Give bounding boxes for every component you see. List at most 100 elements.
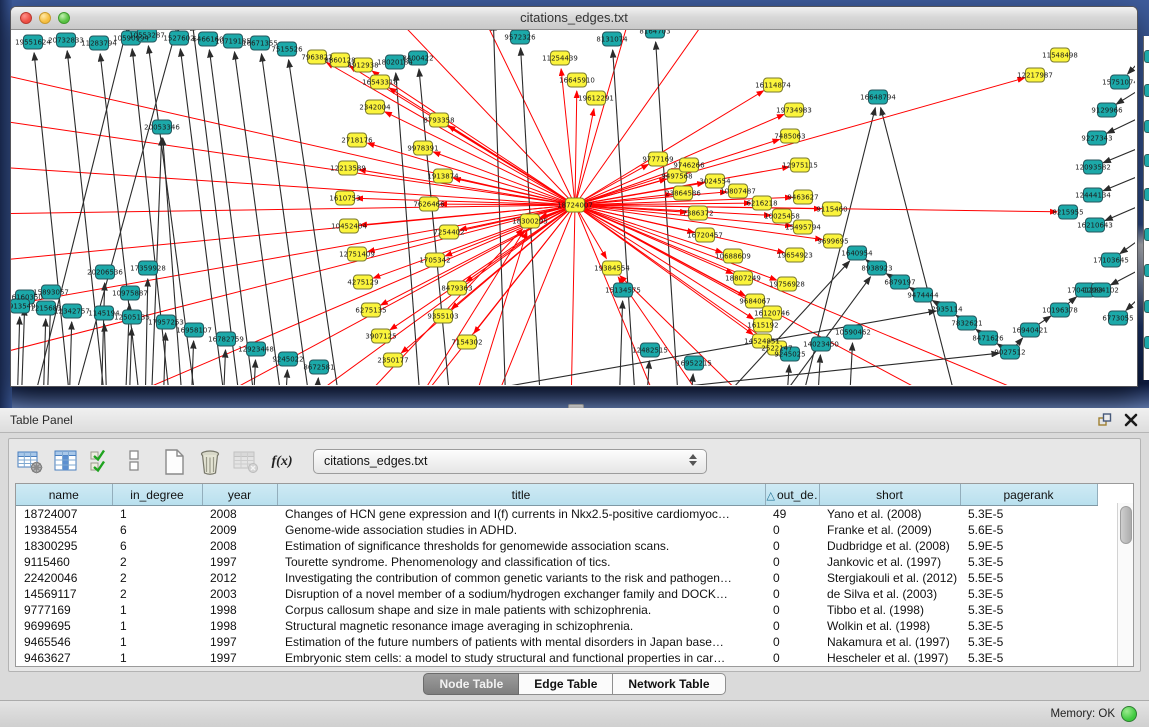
cell-out_degree[interactable]: 0 (765, 554, 819, 570)
column-header-name[interactable]: name (16, 484, 112, 506)
cell-name[interactable]: 19384554 (16, 522, 112, 538)
cell-pagerank[interactable]: 5.3E-5 (960, 650, 1097, 666)
cell-in_degree[interactable]: 2 (112, 554, 202, 570)
delete-column-button[interactable] (195, 446, 225, 476)
cell-title[interactable]: Tourette syndrome. Phenomenology and cla… (277, 554, 765, 570)
cell-name[interactable]: 22420046 (16, 570, 112, 586)
cell-year[interactable]: 2008 (202, 538, 277, 554)
cell-in_degree[interactable]: 1 (112, 634, 202, 650)
tab-node-table[interactable]: Node Table (423, 673, 519, 695)
table-mode-button[interactable] (15, 446, 45, 476)
cell-in_degree[interactable]: 2 (112, 570, 202, 586)
table-row[interactable]: 1938455462009Genome-wide association stu… (16, 522, 1097, 538)
column-header-year[interactable]: year (202, 484, 277, 506)
cell-in_degree[interactable]: 1 (112, 650, 202, 666)
cell-pagerank[interactable]: 5.5E-5 (960, 570, 1097, 586)
column-header-short[interactable]: short (819, 484, 960, 506)
cell-out_degree[interactable]: 0 (765, 634, 819, 650)
cell-out_degree[interactable]: 0 (765, 586, 819, 602)
cell-short[interactable]: Tibbo et al. (1998) (819, 602, 960, 618)
cell-in_degree[interactable]: 2 (112, 586, 202, 602)
cell-title[interactable]: Estimation of the future numbers of pati… (277, 634, 765, 650)
cell-title[interactable]: Investigating the contribution of common… (277, 570, 765, 586)
cell-out_degree[interactable]: 49 (765, 506, 819, 523)
cell-title[interactable]: Corpus callosum shape and size in male p… (277, 602, 765, 618)
cell-pagerank[interactable]: 5.3E-5 (960, 634, 1097, 650)
cell-short[interactable]: Hescheler et al. (1997) (819, 650, 960, 666)
vertical-scrollbar[interactable] (1117, 503, 1133, 666)
table-row[interactable]: 1830029562008Estimation of significance … (16, 538, 1097, 554)
cell-title[interactable]: Estimation of significance thresholds fo… (277, 538, 765, 554)
cell-name[interactable]: 9465546 (16, 634, 112, 650)
cell-pagerank[interactable]: 5.3E-5 (960, 618, 1097, 634)
cell-year[interactable]: 1998 (202, 602, 277, 618)
cell-short[interactable]: Wolkin et al. (1998) (819, 618, 960, 634)
cell-name[interactable]: 9463627 (16, 650, 112, 666)
cell-out_degree[interactable]: 0 (765, 618, 819, 634)
cell-in_degree[interactable]: 1 (112, 602, 202, 618)
column-header-in-degree[interactable]: in_degree (112, 484, 202, 506)
cell-short[interactable]: Nakamura et al. (1997) (819, 634, 960, 650)
network-table-select[interactable]: citations_edges.txt (313, 449, 707, 474)
column-header-pagerank[interactable]: pagerank (960, 484, 1097, 506)
cell-name[interactable]: 18724007 (16, 506, 112, 523)
cell-pagerank[interactable]: 5.3E-5 (960, 554, 1097, 570)
cell-short[interactable]: Franke et al. (2009) (819, 522, 960, 538)
cell-in_degree[interactable]: 6 (112, 538, 202, 554)
network-window-titlebar[interactable]: citations_edges.txt (11, 7, 1137, 30)
cell-pagerank[interactable]: 5.3E-5 (960, 506, 1097, 523)
cell-name[interactable]: 14569117 (16, 586, 112, 602)
table-row[interactable]: 946554611997Estimation of the future num… (16, 634, 1097, 650)
table-row[interactable]: 969969511998Structural magnetic resonanc… (16, 618, 1097, 634)
table-row[interactable]: 1456911722003Disruption of a novel membe… (16, 586, 1097, 602)
table-row[interactable]: 946362711997Embryonic stem cells: a mode… (16, 650, 1097, 666)
cell-title[interactable]: Structural magnetic resonance image aver… (277, 618, 765, 634)
table-row[interactable]: 1872400712008Changes of HCN gene express… (16, 506, 1097, 523)
cell-short[interactable]: Yano et al. (2008) (819, 506, 960, 523)
table-row[interactable]: 977716911998Corpus callosum shape and si… (16, 602, 1097, 618)
cell-out_degree[interactable]: 0 (765, 522, 819, 538)
function-builder-button[interactable]: f(x) (267, 446, 297, 476)
cell-year[interactable]: 1997 (202, 650, 277, 666)
cell-year[interactable]: 1997 (202, 554, 277, 570)
cell-out_degree[interactable]: 0 (765, 602, 819, 618)
cell-pagerank[interactable]: 5.3E-5 (960, 586, 1097, 602)
cell-out_degree[interactable]: 0 (765, 650, 819, 666)
table-row[interactable]: 911546021997Tourette syndrome. Phenomeno… (16, 554, 1097, 570)
cell-in_degree[interactable]: 6 (112, 522, 202, 538)
cell-year[interactable]: 1997 (202, 634, 277, 650)
column-select-button[interactable] (87, 446, 117, 476)
table-row[interactable]: 2242004622012Investigating the contribut… (16, 570, 1097, 586)
column-header-title[interactable]: title (277, 484, 765, 506)
column-header-out-degree[interactable]: △out_de… (765, 484, 819, 506)
cell-pagerank[interactable]: 5.9E-5 (960, 538, 1097, 554)
cell-name[interactable]: 18300295 (16, 538, 112, 554)
cell-title[interactable]: Changes of HCN gene expression and I(f) … (277, 506, 765, 523)
cell-pagerank[interactable]: 5.6E-5 (960, 522, 1097, 538)
row-group-button[interactable] (123, 446, 153, 476)
cell-year[interactable]: 2003 (202, 586, 277, 602)
import-table-button[interactable] (231, 446, 261, 476)
tab-network-table[interactable]: Network Table (613, 673, 725, 695)
cell-short[interactable]: Stergiakouli et al. (2012) (819, 570, 960, 586)
network-canvas[interactable]: 1955162420732833112837941059099410553287… (11, 30, 1135, 385)
scrollbar-thumb[interactable] (1120, 506, 1132, 544)
cell-out_degree[interactable]: 0 (765, 570, 819, 586)
cell-name[interactable]: 9115460 (16, 554, 112, 570)
cell-in_degree[interactable]: 1 (112, 506, 202, 523)
cell-year[interactable]: 2009 (202, 522, 277, 538)
cell-name[interactable]: 9699695 (16, 618, 112, 634)
cell-title[interactable]: Disruption of a novel member of a sodium… (277, 586, 765, 602)
cell-name[interactable]: 9777169 (16, 602, 112, 618)
cell-short[interactable]: Jankovic et al. (1997) (819, 554, 960, 570)
cell-pagerank[interactable]: 5.3E-5 (960, 602, 1097, 618)
tab-edge-table[interactable]: Edge Table (519, 673, 613, 695)
column-visibility-button[interactable] (51, 446, 81, 476)
float-panel-icon[interactable] (1097, 412, 1113, 428)
close-panel-icon[interactable] (1123, 412, 1139, 428)
cell-year[interactable]: 1998 (202, 618, 277, 634)
cell-title[interactable]: Embryonic stem cells: a model to study s… (277, 650, 765, 666)
cell-short[interactable]: de Silva et al. (2003) (819, 586, 960, 602)
cell-out_degree[interactable]: 0 (765, 538, 819, 554)
create-column-button[interactable] (159, 446, 189, 476)
